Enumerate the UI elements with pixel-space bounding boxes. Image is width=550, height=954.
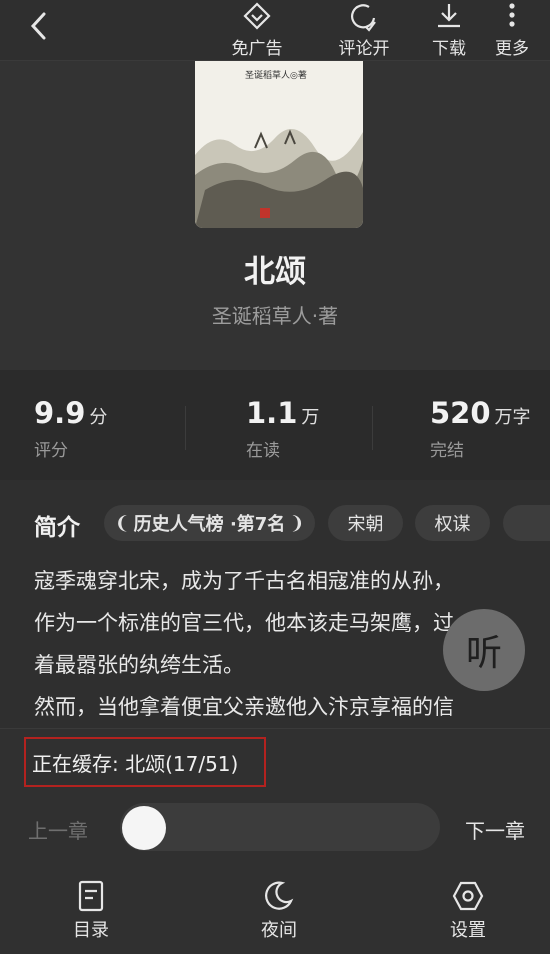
cover-author-text: 圣诞稻草人◎著 <box>245 71 307 81</box>
tag-overflow[interactable] <box>503 505 550 541</box>
stat-divider <box>372 406 373 450</box>
book-cover[interactable]: 圣诞稻草人◎著 <box>195 60 363 228</box>
ranking-tag[interactable]: ❨ 历史人气榜 ·第7名 ❩ <box>104 505 315 541</box>
tag-song-dynasty[interactable]: 宋朝 <box>328 505 403 541</box>
settings-button[interactable]: 设置 <box>423 880 513 942</box>
no-ads-label: 免广告 <box>231 39 283 59</box>
download-button[interactable]: 下载 <box>423 0 475 60</box>
rating-label: 评分 <box>34 441 68 461</box>
slider-thumb[interactable] <box>122 806 166 850</box>
readers-value: 1.1 <box>246 396 298 430</box>
readers-label: 在读 <box>246 441 280 461</box>
moon-icon <box>265 881 294 910</box>
catalog-button[interactable]: 目录 <box>46 880 136 942</box>
word-count-value: 520 <box>430 396 491 430</box>
more-vertical-icon <box>509 3 515 27</box>
settings-hexagon-icon <box>452 881 484 911</box>
back-arrow-icon[interactable] <box>26 8 54 44</box>
catalog-icon <box>78 880 104 912</box>
stat-divider <box>185 406 186 450</box>
comment-bubble-icon <box>351 4 376 32</box>
download-label: 下载 <box>432 39 466 59</box>
listen-button[interactable]: 听 <box>443 609 525 691</box>
comments-toggle[interactable]: 评论开 <box>332 0 396 60</box>
more-label: 更多 <box>495 39 529 59</box>
description-line: 然而，当他拿着便宜父亲邀他入汴京享福的信 <box>34 695 454 719</box>
chapter-progress-slider[interactable] <box>120 803 440 851</box>
comments-label: 评论开 <box>338 39 390 59</box>
settings-label: 设置 <box>450 920 486 941</box>
next-chapter-button[interactable]: 下一章 <box>465 815 525 844</box>
laurel-left-icon: ❨ <box>114 512 130 534</box>
more-button[interactable]: 更多 <box>488 0 536 60</box>
description-line: 寇季魂穿北宋，成为了千古名相寇准的从孙， <box>34 569 454 593</box>
book-stats: 9.9 分 评分 1.1 万 在读 520 万字 完结 <box>0 370 550 480</box>
intro-heading: 简介 <box>34 515 80 541</box>
cache-status: 正在缓存: 北颂(17/51) <box>24 737 266 787</box>
catalog-label: 目录 <box>73 920 109 941</box>
tag-label: 宋朝 <box>347 514 384 535</box>
status-label: 完结 <box>430 441 464 461</box>
top-bar: 免广告 评论开 下载 更多 <box>0 0 550 61</box>
book-author: 圣诞稻草人·著 <box>211 304 339 328</box>
word-count-stat: 520 万字 完结 <box>430 396 531 461</box>
laurel-right-icon: ❩ <box>289 512 305 534</box>
night-mode-label: 夜间 <box>261 920 297 941</box>
tag-politics[interactable]: 权谋 <box>415 505 490 541</box>
word-count-unit: 万字 <box>494 407 531 428</box>
cover-illustration <box>195 60 363 228</box>
readers-stat: 1.1 万 在读 <box>246 396 319 461</box>
night-mode-button[interactable]: 夜间 <box>234 880 324 942</box>
prev-chapter-button[interactable]: 上一章 <box>28 815 88 844</box>
book-title: 北颂 <box>244 254 306 290</box>
diamond-icon <box>243 2 271 30</box>
no-ads-button[interactable]: 免广告 <box>225 0 289 60</box>
download-icon <box>438 4 460 28</box>
rating-unit: 分 <box>89 407 108 428</box>
readers-unit: 万 <box>301 407 320 428</box>
tag-label: 权谋 <box>434 514 471 535</box>
ranking-tag-label: 历史人气榜 ·第7名 <box>133 514 286 535</box>
rating-value: 9.9 <box>34 396 86 430</box>
rating-stat: 9.9 分 评分 <box>34 396 107 461</box>
